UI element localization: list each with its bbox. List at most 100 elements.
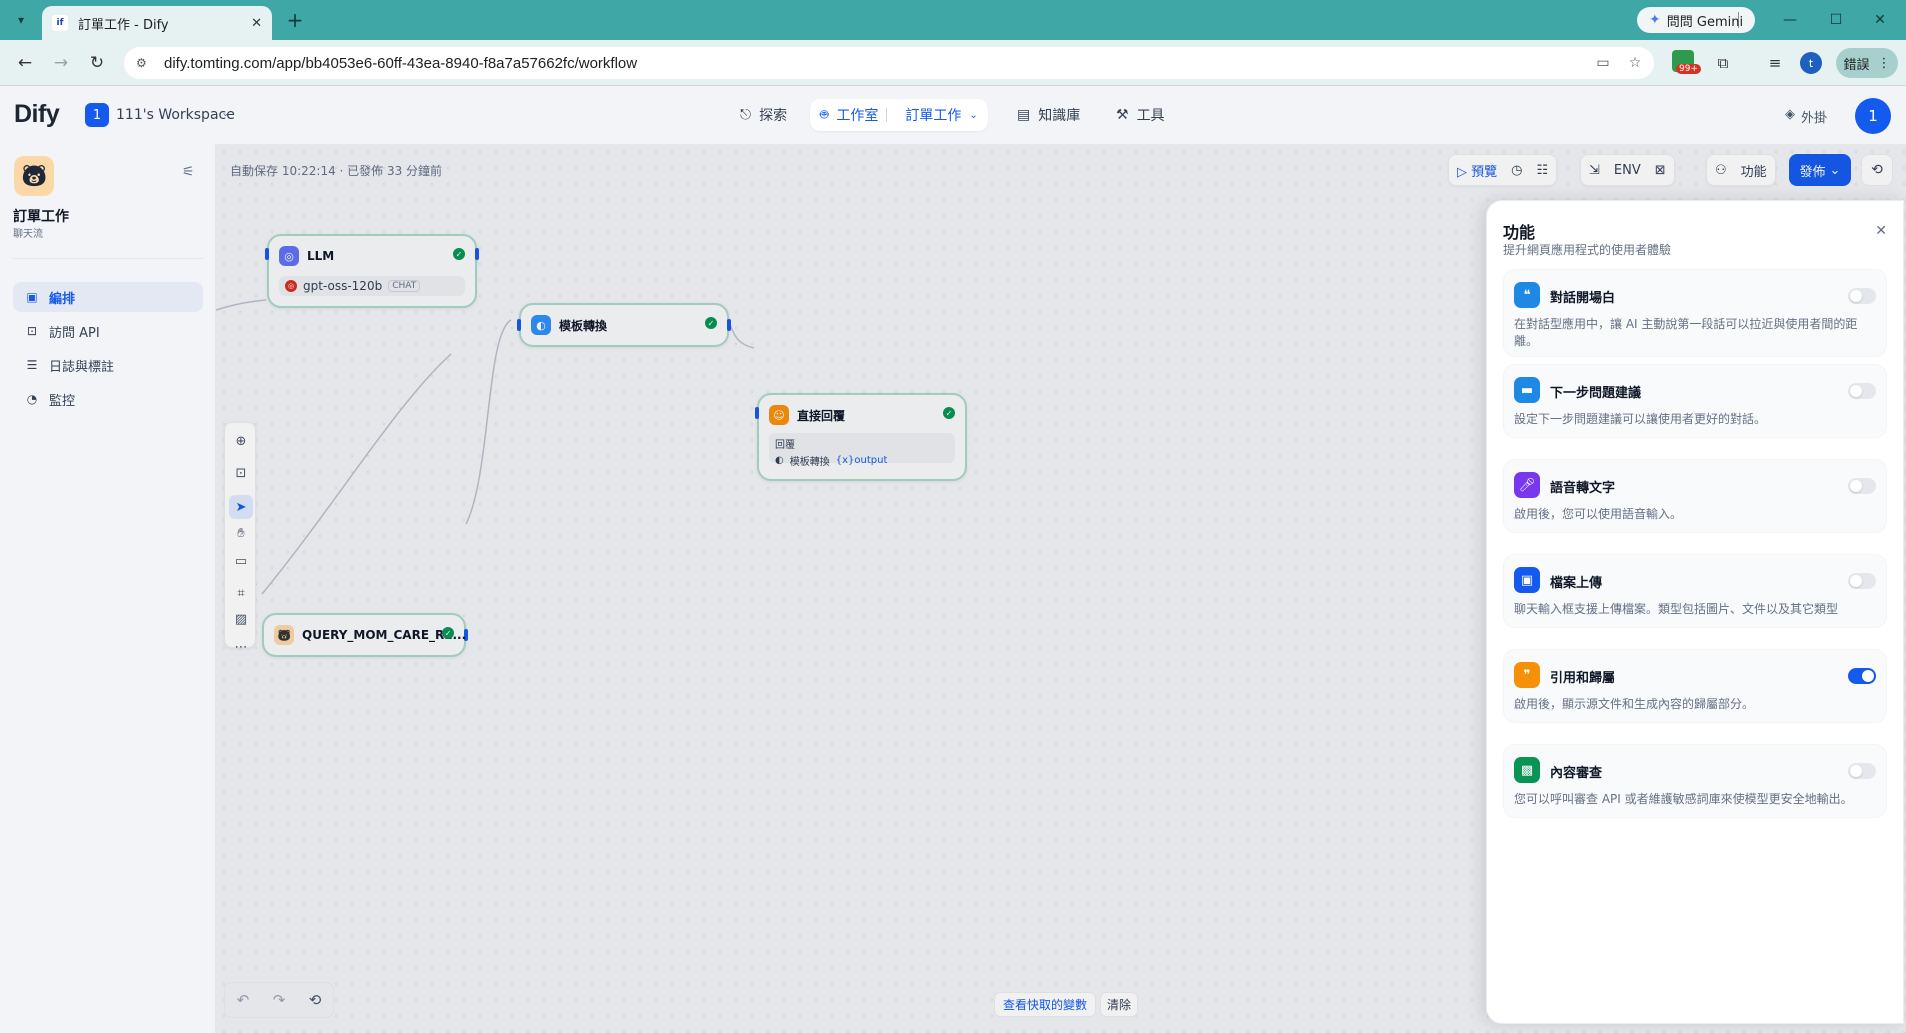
sidebar-item-monitoring[interactable]: ◔ 監控 xyxy=(13,384,203,414)
redo-icon[interactable]: ↷ xyxy=(273,991,286,1009)
features-button[interactable]: ⚇ 功能 xyxy=(1706,154,1776,186)
answer-node[interactable]: ☺ 直接回覆 ✓ 回覆 ◐ 模板轉換 {x}output xyxy=(755,393,967,481)
nav-knowledge[interactable]: ▤ 知識庫 xyxy=(1007,99,1090,131)
hammer-icon: ⚒ xyxy=(1116,107,1129,123)
node-handle-in[interactable] xyxy=(755,407,759,419)
reload-icon[interactable]: ↻ xyxy=(84,50,110,76)
feature-suggested-questions: ▬ 下一步問題建議 設定下一步問題建議可以讓使用者更好的對話。 xyxy=(1503,364,1887,438)
clear-button[interactable]: 清除 xyxy=(1100,992,1139,1017)
tab-search-chevron-icon[interactable]: ▾ xyxy=(8,8,34,32)
undo-icon[interactable]: ↶ xyxy=(237,991,250,1009)
feature-desc: 聊天輸入框支援上傳檔案。類型包括圖片、文件以及其它類型 xyxy=(1514,602,1839,616)
nav-studio[interactable]: 🤖︎ 工作室 訂單工作 ⌄ xyxy=(810,99,988,131)
hand-icon[interactable]: ✋︎ xyxy=(229,521,253,545)
new-tab-plus-icon[interactable]: + xyxy=(282,7,308,33)
history-clock-icon[interactable]: ⟲ xyxy=(309,991,322,1009)
publish-button[interactable]: 發佈 ⌄ xyxy=(1789,154,1851,186)
robot-icon: 🤖︎ xyxy=(820,107,829,123)
bookmark-star-icon[interactable]: ☆ xyxy=(1626,54,1644,72)
dify-logo[interactable]: Dify xyxy=(14,100,60,129)
maximize-icon[interactable]: ☐ xyxy=(1816,8,1856,32)
address-bar-row: ← → ↻ ⚙ dify.tomting.com/app/bb4053e6-60… xyxy=(0,40,1906,86)
variable-inspect-button[interactable]: 查看快取的變數 xyxy=(994,992,1097,1017)
browser-tab[interactable]: if 訂單工作 - Dify ✕ xyxy=(42,6,272,40)
app-sidebar: 🐻︎ ⚟ 訂單工作 聊天流 ▣ 編排 ⊡ 訪問 API ☰ 日誌與標註 ◔ 監控 xyxy=(0,144,216,1033)
url-input[interactable]: ⚙ dify.tomting.com/app/bb4053e6-60ff-43e… xyxy=(124,47,1654,79)
node-handle-in[interactable] xyxy=(517,319,521,331)
feature-citation: ❞ 引用和歸屬 啟用後，顯示源文件和生成內容的歸屬部分。 xyxy=(1503,649,1887,723)
extension-icon[interactable]: 99+ xyxy=(1672,50,1701,74)
template-node[interactable]: ◐ 模板轉換 ✓ xyxy=(517,303,731,347)
feature-speech-to-text: 🎤︎ 語音轉文字 啟用後，您可以使用語音輸入。 xyxy=(1503,459,1887,533)
sidebar-item-logs[interactable]: ☰ 日誌與標註 xyxy=(13,350,203,380)
app-header: Dify 1 111's Workspace ⌄ ⎋ 探索 🤖︎ 工作室 訂單工… xyxy=(0,86,1906,144)
media-control-icon[interactable]: ≡ xyxy=(1762,50,1788,76)
env-icon[interactable]: ENV xyxy=(1614,163,1641,178)
window-close-icon[interactable]: ✕ xyxy=(1860,8,1900,32)
features-panel: 功能 提升網頁應用程式的使用者體驗 ✕ ❝ 對話開場白 在對話型應用中，讓 AI… xyxy=(1486,200,1904,1024)
sidebar-item-orchestrate[interactable]: ▣ 編排 xyxy=(13,282,203,312)
list-check-icon[interactable]: ☷ xyxy=(1537,163,1549,178)
variable-ref: ◐ 模板轉換 {x}output xyxy=(775,453,949,468)
model-tag: CHAT xyxy=(388,280,421,292)
import-icon[interactable]: ⇲ xyxy=(1589,163,1600,178)
node-handle-out[interactable] xyxy=(475,248,479,260)
sliders-icon[interactable]: ⚟ xyxy=(182,164,195,180)
user-avatar[interactable]: 1 xyxy=(1855,98,1891,134)
variable-icon[interactable]: ⊠ xyxy=(1655,163,1666,178)
apps-icon: ⚇ xyxy=(1715,162,1727,178)
feature-toggle[interactable] xyxy=(1848,573,1876,589)
chevron-down-icon[interactable]: ⌄ xyxy=(221,106,230,119)
error-menu-button[interactable]: 錯誤 ⋮ xyxy=(1836,48,1898,78)
workspace-name[interactable]: 111's Workspace xyxy=(116,107,235,123)
add-node-icon[interactable]: ⊕ xyxy=(229,429,253,453)
extensions-puzzle-icon[interactable]: ⧉ xyxy=(1710,50,1736,76)
comment-icon[interactable]: ▭ xyxy=(229,549,253,573)
feature-toggle[interactable] xyxy=(1848,288,1876,304)
sidebar-item-label: 訪問 API xyxy=(49,325,100,341)
preview-button[interactable]: ▷ 預覽 xyxy=(1457,161,1497,180)
sidebar-item-api[interactable]: ⊡ 訪問 API xyxy=(13,316,203,346)
install-app-icon[interactable]: ▭ xyxy=(1594,54,1612,72)
app-icon[interactable]: 🐻︎ xyxy=(14,156,54,196)
close-icon[interactable]: ✕ xyxy=(251,16,262,31)
terminal-icon: ⊡ xyxy=(26,324,38,338)
more-horizontal-icon[interactable]: ⋯ xyxy=(229,635,253,659)
node-header: ◎ LLM xyxy=(279,246,334,266)
minimize-icon[interactable]: — xyxy=(1770,8,1810,32)
workspace-badge[interactable]: 1 xyxy=(85,103,109,127)
nav-current-app[interactable]: 訂單工作 xyxy=(905,105,961,125)
plugins-button[interactable]: ◈ 外掛 xyxy=(1785,107,1827,126)
edge-template-answer xyxy=(727,319,755,349)
feature-toggle[interactable] xyxy=(1848,763,1876,779)
node-handle-in[interactable] xyxy=(265,248,269,260)
add-note-icon[interactable]: ⊡ xyxy=(229,461,253,485)
nav-explore[interactable]: ⎋ 探索 xyxy=(730,99,797,131)
export-image-icon[interactable]: ▨ xyxy=(229,607,253,631)
organize-icon[interactable]: ⌗ xyxy=(229,581,253,605)
profile-avatar[interactable]: t xyxy=(1800,52,1822,74)
knowledge-node[interactable]: 🐻︎ QUERY_MOM_CARE_RE... ✓ xyxy=(262,613,468,657)
checklist-icon[interactable]: ◷ xyxy=(1511,163,1522,178)
browser-tab-bar: ▾ if 訂單工作 - Dify ✕ + ✦ 問問 Gemini — ☐ ✕ xyxy=(0,0,1906,40)
feature-desc: 在對話型應用中，讓 AI 主動說第一段話可以拉近與使用者間的距離。 xyxy=(1514,317,1858,348)
answer-icon: ☺ xyxy=(769,405,789,425)
model-provider-icon: ◎ xyxy=(285,280,297,292)
back-arrow-icon[interactable]: ← xyxy=(12,50,38,76)
close-icon[interactable]: ✕ xyxy=(1875,223,1887,239)
feature-name: 內容審查 xyxy=(1550,766,1603,781)
feature-toggle[interactable] xyxy=(1848,478,1876,494)
node-handle-out[interactable] xyxy=(727,319,731,331)
feature-toggle[interactable] xyxy=(1848,668,1876,684)
llm-node[interactable]: ◎ LLM ✓ ◎ gpt-oss-120b CHAT xyxy=(265,234,479,308)
nav-tools[interactable]: ⚒ 工具 xyxy=(1106,99,1175,131)
forward-arrow-icon[interactable]: → xyxy=(48,50,74,76)
feature-opening-statement: ❝ 對話開場白 在對話型應用中，讓 AI 主動說第一段話可以拉近與使用者間的距離… xyxy=(1503,269,1887,357)
pointer-icon[interactable]: ➤ xyxy=(229,495,253,519)
chevron-down-icon: ⌄ xyxy=(1829,162,1841,178)
nav-explore-label: 探索 xyxy=(759,108,788,124)
chevron-down-icon: ⌄ xyxy=(969,109,978,121)
history-icon[interactable]: ⟲ xyxy=(1861,154,1893,186)
site-info-icon[interactable]: ⚙ xyxy=(136,56,154,70)
feature-toggle[interactable] xyxy=(1848,383,1876,399)
